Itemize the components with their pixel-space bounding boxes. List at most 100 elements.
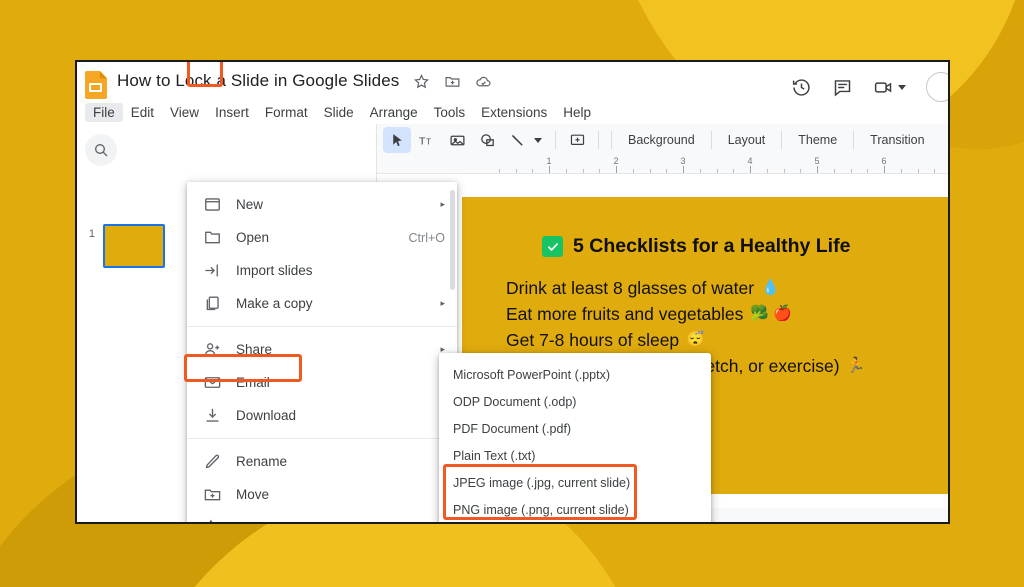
comment-icon[interactable]: [832, 77, 853, 98]
file-dropdown-menu[interactable]: New ▸ Open Ctrl+O Import slides Make a c…: [187, 182, 457, 522]
star-icon[interactable]: [413, 73, 430, 90]
cloud-saved-icon[interactable]: [475, 73, 492, 90]
ruler-minor-tick: [733, 169, 735, 173]
file-menu-add-shortcut-to-drive[interactable]: Add shortcut to Drive: [187, 511, 457, 522]
present-camera-control[interactable]: [873, 77, 906, 98]
ruler-minor-tick: [766, 169, 768, 173]
ruler-number: 6: [881, 156, 887, 166]
slide-thumbnail-1[interactable]: [103, 224, 165, 268]
slide-bullet-3: Get 7-8 hours of sleep 😴: [506, 327, 865, 353]
download-option-svg[interactable]: Scalable Vector Graphics (.svg, current …: [439, 523, 711, 524]
bullet-emoji: 😴: [686, 331, 705, 348]
avatar[interactable]: [926, 72, 948, 102]
slide-bullet-2: Eat more fruits and vegetables 🥦 🍎: [506, 301, 865, 327]
menu-edit[interactable]: Edit: [123, 103, 162, 122]
add-comment-icon[interactable]: [563, 127, 591, 153]
menu-view[interactable]: View: [162, 103, 207, 122]
thumbnail-list: 1: [83, 224, 165, 268]
search-button[interactable]: [85, 134, 117, 166]
svg-text:T: T: [426, 137, 431, 146]
ruler-minor-tick: [850, 169, 852, 173]
file-menu-move[interactable]: Move: [187, 478, 457, 511]
ruler-minor-tick: [649, 169, 651, 173]
ruler-major-tick: [549, 166, 550, 173]
toolbar: TT Background Layout Theme Transition: [377, 124, 948, 156]
ruler-minor-tick: [498, 169, 500, 173]
menu-item-shortcut: Ctrl+O: [408, 230, 445, 245]
file-menu-share[interactable]: Share ▸: [187, 333, 457, 366]
menu-item-label: Open: [236, 230, 270, 245]
toolbar-divider-6: [853, 131, 855, 149]
menu-tools[interactable]: Tools: [426, 103, 474, 122]
ruler-major-tick: [884, 166, 885, 173]
download-submenu[interactable]: Microsoft PowerPoint (.pptx) ODP Documen…: [439, 353, 711, 524]
transition-button[interactable]: Transition: [861, 130, 933, 150]
download-option-pdf[interactable]: PDF Document (.pdf): [439, 415, 711, 442]
menu-file[interactable]: File: [85, 102, 123, 122]
menu-insert[interactable]: Insert: [207, 103, 257, 122]
file-menu-email[interactable]: Email ▸: [187, 366, 457, 399]
toolbar-divider-5: [781, 131, 783, 149]
toolbar-divider-2: [598, 131, 599, 149]
ruler-major-tick: [683, 166, 684, 173]
move-to-folder-icon[interactable]: [444, 73, 461, 90]
menu-slide[interactable]: Slide: [316, 103, 362, 122]
text-box-icon[interactable]: TT: [413, 127, 441, 153]
file-menu-new[interactable]: New ▸: [187, 188, 457, 221]
download-option-jpeg[interactable]: JPEG image (.jpg, current slide): [439, 469, 711, 496]
file-menu-rename[interactable]: Rename: [187, 445, 457, 478]
ruler-minor-tick: [532, 169, 534, 173]
menu-bar: File Edit View Insert Format Slide Arran…: [77, 100, 948, 124]
shape-icon[interactable]: [473, 127, 501, 153]
ruler-minor-tick: [783, 169, 785, 173]
horizontal-ruler[interactable]: 12345678: [377, 156, 948, 174]
menu-item-label: Add shortcut to Drive: [236, 520, 445, 522]
submenu-arrow-icon: ▸: [440, 199, 445, 209]
copy-icon: [203, 294, 222, 313]
ruler-major-tick: [616, 166, 617, 173]
ruler-minor-tick: [515, 169, 517, 173]
pencil-rename-icon: [203, 452, 222, 471]
download-option-txt[interactable]: Plain Text (.txt): [439, 442, 711, 469]
download-option-png[interactable]: PNG image (.png, current slide): [439, 496, 711, 522]
file-menu-import-slides[interactable]: Import slides: [187, 254, 457, 287]
slide-title-row: 5 Checklists for a Healthy Life: [542, 235, 850, 258]
menu-arrange[interactable]: Arrange: [362, 103, 426, 122]
background-button[interactable]: Background: [619, 130, 704, 150]
ruler-minor-tick: [800, 169, 802, 173]
toolbar-divider-4: [710, 131, 712, 149]
menu-help[interactable]: Help: [555, 103, 599, 122]
menu-item-label: Move: [236, 487, 270, 502]
file-menu-open[interactable]: Open Ctrl+O: [187, 221, 457, 254]
menu-format[interactable]: Format: [257, 103, 316, 122]
ruler-minor-tick: [666, 169, 668, 173]
version-history-icon[interactable]: [791, 77, 812, 98]
ruler-minor-tick: [632, 169, 634, 173]
line-options-chevron-icon[interactable]: [534, 137, 542, 143]
download-option-odp[interactable]: ODP Document (.odp): [439, 388, 711, 415]
drive-shortcut-icon: [203, 518, 222, 522]
bullet-text: Get 7-8 hours of sleep: [506, 330, 680, 350]
bullet-text: Eat more fruits and vegetables: [506, 304, 744, 324]
ruler-minor-tick: [833, 169, 835, 173]
document-title[interactable]: How to Lock a Slide in Google Slides: [117, 70, 399, 92]
menu-divider: [187, 438, 457, 439]
file-menu-make-a-copy[interactable]: Make a copy ▸: [187, 287, 457, 320]
present-camera-icon[interactable]: [873, 77, 894, 98]
ruler-major-tick: [750, 166, 751, 173]
download-option-pptx[interactable]: Microsoft PowerPoint (.pptx): [439, 361, 711, 388]
theme-button[interactable]: Theme: [789, 130, 846, 150]
file-menu-download[interactable]: Download ▸: [187, 399, 457, 432]
layout-button[interactable]: Layout: [719, 130, 775, 150]
menu-item-label: Download: [236, 408, 297, 423]
ruler-minor-tick: [917, 169, 919, 173]
insert-image-icon[interactable]: [443, 127, 471, 153]
select-arrow-icon[interactable]: [383, 127, 411, 153]
google-slides-window: How to Lock a Slide in Google Slides Fil…: [75, 60, 950, 524]
line-icon[interactable]: [503, 127, 531, 153]
chevron-down-icon[interactable]: [898, 84, 906, 90]
share-person-icon: [203, 340, 222, 359]
bullet-emoji: 💧: [761, 279, 780, 296]
toolbar-divider: [555, 131, 556, 149]
menu-extensions[interactable]: Extensions: [473, 103, 555, 122]
